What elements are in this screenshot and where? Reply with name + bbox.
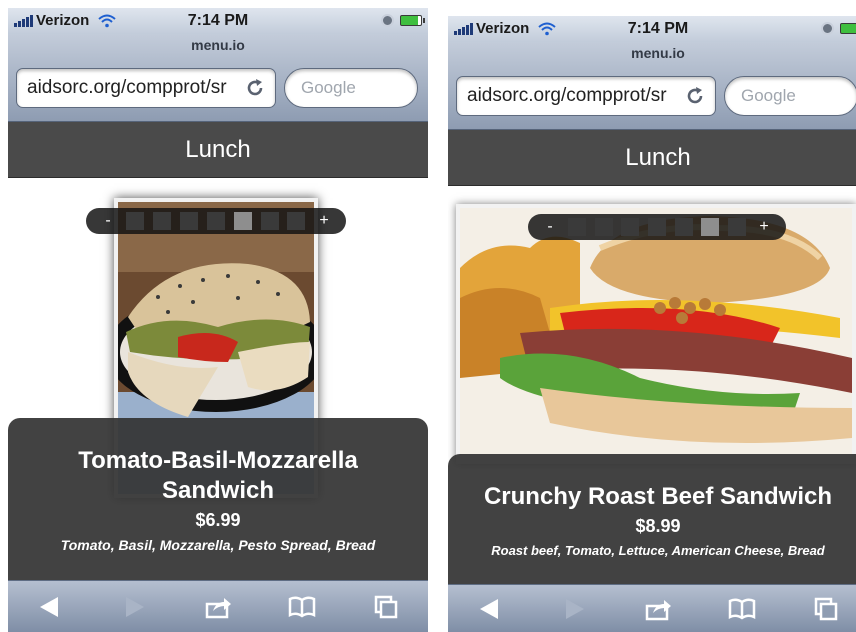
lock-icon: [381, 14, 394, 27]
menu-item-card: Tomato-Basil-Mozzarella Sandwich $6.99 T…: [8, 418, 428, 586]
browser-toolbar: [8, 580, 428, 632]
item-description: Roast beef, Tomato, Lettuce, American Ch…: [491, 543, 825, 558]
tabs-button[interactable]: [367, 592, 405, 622]
tabs-icon: [374, 595, 398, 618]
search-input[interactable]: Google: [284, 68, 418, 108]
pager-prev-button[interactable]: -: [100, 212, 116, 230]
back-button[interactable]: [31, 592, 69, 622]
url-text: aidsorc.org/compprot/sr: [27, 77, 227, 98]
image-pager: - +: [86, 208, 346, 234]
page-host: menu.io: [631, 45, 685, 61]
pager-dot[interactable]: [727, 218, 746, 236]
browser-address-bar: menu.io aidsorc.org/compprot/sr Google: [448, 42, 856, 130]
clock: 7:14 PM: [187, 12, 249, 29]
item-name: Tomato-Basil-Mozzarella Sandwich: [78, 447, 358, 504]
bookmarks-button[interactable]: [723, 594, 761, 624]
back-arrow-icon: [40, 596, 58, 617]
clock: 7:14 PM: [627, 20, 689, 37]
share-button[interactable]: [199, 592, 237, 622]
phone-screen-right: Verizon 7:14 PM menu.io aidsorc.org/comp…: [448, 16, 856, 632]
share-button[interactable]: [639, 594, 677, 624]
tabs-button[interactable]: [807, 594, 845, 624]
sandwich-photo[interactable]: [456, 204, 856, 464]
pager-dot[interactable]: [260, 212, 279, 230]
pager-dot[interactable]: [647, 218, 666, 236]
bookmarks-icon: [728, 597, 756, 620]
url-input[interactable]: aidsorc.org/compprot/sr: [16, 68, 276, 108]
pager-dot-active[interactable]: [233, 212, 252, 230]
pager-next-button[interactable]: +: [756, 218, 772, 236]
back-button[interactable]: [471, 594, 509, 624]
pager-dot[interactable]: [568, 218, 587, 236]
browser-toolbar: [448, 584, 856, 632]
bookmarks-button[interactable]: [283, 592, 321, 622]
status-bar: Verizon 7:14 PM: [448, 16, 856, 42]
item-description: Tomato, Basil, Mozzarella, Pesto Spread,…: [60, 537, 376, 553]
back-arrow-icon: [480, 598, 498, 619]
forward-button[interactable]: [555, 594, 593, 624]
url-text: aidsorc.org/compprot/sr: [467, 85, 667, 106]
status-bar: Verizon 7:14 PM: [8, 8, 428, 34]
battery-icon: [400, 15, 425, 26]
pager-prev-button[interactable]: -: [542, 218, 558, 236]
pager-dot[interactable]: [206, 212, 225, 230]
page-title: Lunch: [448, 130, 856, 186]
item-price: $8.99: [635, 516, 681, 536]
pager-dot[interactable]: [126, 212, 145, 230]
image-pager: - +: [528, 214, 786, 240]
page-title: Lunch: [8, 122, 428, 178]
share-icon: [645, 599, 671, 620]
page-host: menu.io: [191, 37, 245, 53]
phone-screen-left: Verizon 7:14 PM menu.io aidsorc.org/comp…: [8, 8, 428, 632]
pager-dot[interactable]: [674, 218, 693, 236]
item-name: Crunchy Roast Beef Sandwich: [483, 483, 833, 510]
search-input[interactable]: Google: [724, 76, 856, 116]
pager-dots: [116, 212, 316, 230]
pager-dot[interactable]: [180, 212, 199, 230]
item-price: $6.99: [195, 510, 241, 530]
share-icon: [205, 597, 231, 618]
forward-arrow-icon: [566, 598, 584, 619]
forward-arrow-icon: [126, 596, 144, 617]
url-input[interactable]: aidsorc.org/compprot/sr: [456, 76, 716, 116]
pager-dot[interactable]: [621, 218, 640, 236]
pager-dots: [558, 218, 756, 236]
roast-beef-sandwich-image: [460, 208, 852, 460]
lock-icon: [821, 22, 834, 35]
reload-icon[interactable]: [243, 76, 267, 100]
pager-next-button[interactable]: +: [316, 212, 332, 230]
menu-item-card: Crunchy Roast Beef Sandwich $8.99 Roast …: [448, 454, 856, 586]
bookmarks-icon: [288, 595, 316, 618]
pager-dot[interactable]: [594, 218, 613, 236]
pager-dot[interactable]: [153, 212, 172, 230]
reload-icon[interactable]: [683, 84, 707, 108]
pager-dot[interactable]: [287, 212, 306, 230]
battery-icon: [840, 23, 856, 34]
forward-button[interactable]: [115, 592, 153, 622]
tabs-icon: [814, 597, 838, 620]
pager-dot-active[interactable]: [701, 218, 720, 236]
browser-address-bar: menu.io aidsorc.org/compprot/sr Google: [8, 34, 428, 122]
